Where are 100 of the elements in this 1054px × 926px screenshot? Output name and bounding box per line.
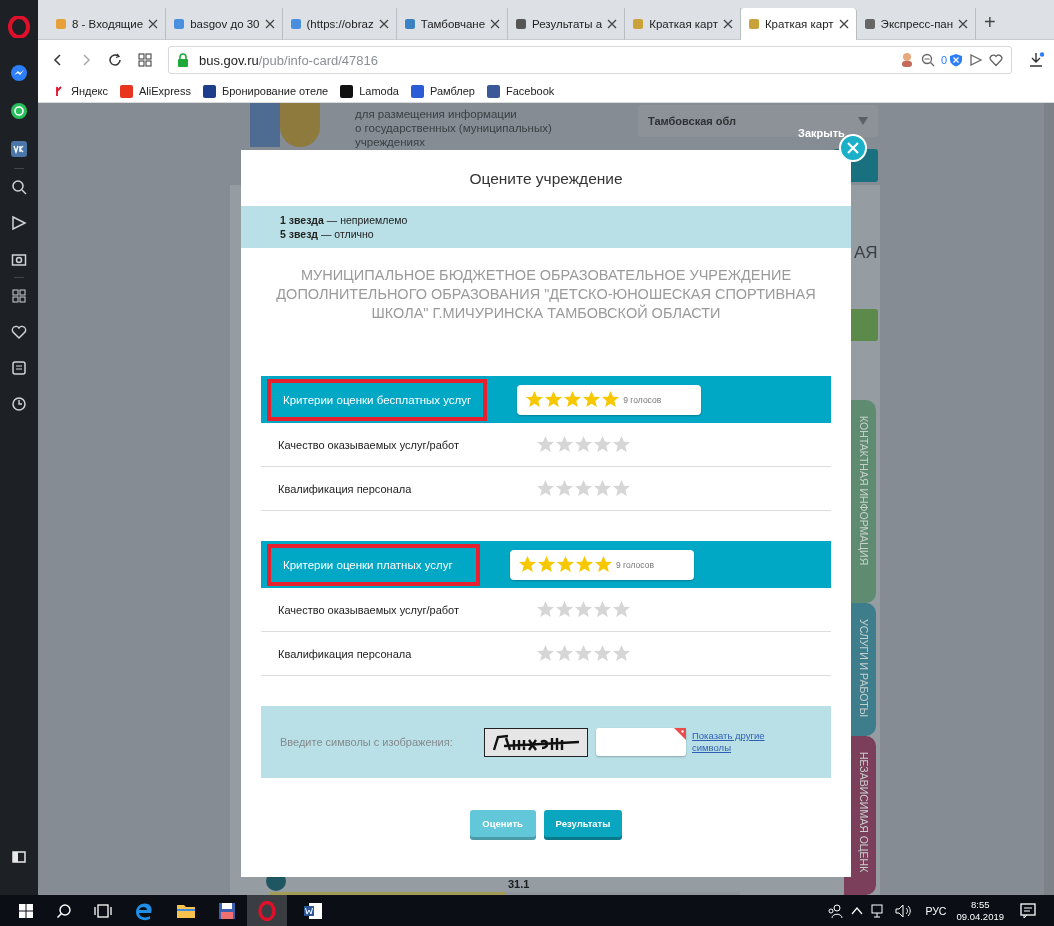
- favicon-icon: [120, 84, 133, 98]
- star-icon: [518, 555, 537, 574]
- close-icon[interactable]: [490, 18, 501, 29]
- legend-text: 1 звезда — неприемлемо: [280, 213, 409, 227]
- captcha-input[interactable]: [596, 728, 686, 756]
- lock-icon: [177, 53, 189, 67]
- people-icon[interactable]: [827, 902, 844, 919]
- favicon-icon: [403, 17, 416, 30]
- square-logo-icon[interactable]: [10, 140, 28, 158]
- back-icon[interactable]: [52, 53, 64, 67]
- favicon-icon: [55, 17, 67, 30]
- download-icon[interactable]: [1028, 52, 1044, 68]
- tab-title: Краткая карт: [764, 17, 834, 30]
- star-icon: [582, 390, 602, 409]
- clock-time: 8:55: [970, 898, 990, 911]
- favicon-icon: [340, 84, 354, 98]
- favicon-icon: [202, 84, 216, 98]
- star-icon: [575, 555, 594, 574]
- close-icon[interactable]: [148, 18, 159, 29]
- bookmark-link[interactable]: Рамблер: [410, 84, 475, 98]
- star-icon: [544, 390, 564, 409]
- star-icon: [594, 555, 613, 574]
- zoom-icon[interactable]: [920, 53, 935, 67]
- site-subtitle: для размещения информации о государственных (муниципальных) учреждениях: [355, 107, 552, 149]
- votes-count: 9 голосов: [623, 394, 662, 405]
- star-icon: [601, 390, 621, 409]
- star-icon: [563, 390, 583, 409]
- close-icon[interactable]: [378, 18, 389, 29]
- document-icon[interactable]: [303, 901, 323, 920]
- clock-icon[interactable]: [11, 396, 27, 412]
- news-icon[interactable]: [11, 360, 27, 376]
- votes-count: 9 голосов: [616, 559, 654, 570]
- close-icon[interactable]: [607, 18, 618, 29]
- favicon-icon: [410, 84, 424, 98]
- phone-bubble-icon[interactable]: [10, 102, 28, 120]
- criterion-label: Квалификация персонала: [278, 647, 413, 660]
- search-icon[interactable]: [56, 902, 72, 919]
- close-icon[interactable]: [264, 18, 275, 29]
- grid-icon[interactable]: [11, 288, 27, 304]
- close-icon[interactable]: [722, 18, 733, 29]
- browser-tab[interactable]: (https://obraz: [282, 7, 397, 40]
- favicon-icon: [632, 17, 645, 30]
- close-icon: [846, 141, 860, 155]
- criterion-label: Качество оказываемых услуг/работ: [278, 438, 460, 451]
- speaker-icon[interactable]: [895, 903, 914, 918]
- close-icon[interactable]: [958, 18, 969, 29]
- favicon-icon: [863, 17, 876, 30]
- show-other-symbols-link[interactable]: Показать другие символы: [692, 730, 772, 754]
- browser-tab[interactable]: Результаты а: [508, 7, 626, 40]
- browser-tab[interactable]: Экспресс-пан: [856, 7, 977, 40]
- o-logo-icon[interactable]: [8, 16, 30, 38]
- browser-tab[interactable]: basgov до 30: [166, 7, 283, 40]
- figure-value: 31.1: [508, 878, 530, 891]
- captcha-label: Введите символы с изображения:: [280, 736, 454, 748]
- panel-icon[interactable]: [11, 849, 27, 865]
- chevron-up-icon[interactable]: [851, 905, 864, 916]
- criterion-label: Качество оказываемых услуг/работ: [278, 603, 460, 616]
- url-path: /pub/info-card/47816: [258, 52, 378, 68]
- tab-title: Краткая карт: [649, 17, 718, 30]
- new-tab-button[interactable]: +: [976, 11, 1004, 34]
- browser-tab[interactable]: Тамбовчане: [396, 7, 509, 40]
- scrollbar[interactable]: [1044, 103, 1054, 895]
- favicon-icon: [515, 17, 528, 30]
- tab-title: Экспресс-пан: [880, 17, 954, 30]
- favicon-icon: [486, 84, 500, 98]
- star-icon: [556, 555, 575, 574]
- section-title: Критерии оценки бесплатных услуг: [267, 378, 488, 421]
- notification-icon[interactable]: [1020, 902, 1036, 919]
- grid-icon[interactable]: [138, 53, 152, 67]
- reload-icon[interactable]: [108, 53, 122, 67]
- caret-icon: [858, 117, 868, 125]
- legend-text: 5 звезд — отлично: [280, 227, 375, 241]
- url-host: bus.gov.ru: [199, 52, 259, 68]
- heart-icon[interactable]: [989, 53, 1003, 67]
- close-label: Закрыть: [798, 127, 845, 139]
- chat-bubble-icon[interactable]: [10, 64, 28, 82]
- browser-tab[interactable]: 8 - Входящие: [48, 7, 167, 40]
- camera-icon[interactable]: [11, 251, 27, 267]
- browser-tab[interactable]: Краткая карт: [740, 7, 857, 40]
- tab-title: (https://obraz: [306, 17, 374, 30]
- clock-date: 09.04.2019: [956, 910, 1004, 923]
- windows-logo-icon[interactable]: [18, 902, 34, 919]
- close-icon[interactable]: [838, 18, 849, 29]
- bookmark-link[interactable]: Яндекс: [52, 84, 108, 98]
- tab-title: Тамбовчане: [420, 17, 486, 30]
- language-indicator[interactable]: РУС: [925, 904, 947, 917]
- browser-tab[interactable]: Краткая карт: [625, 7, 741, 40]
- send-icon[interactable]: [969, 53, 983, 67]
- search-icon[interactable]: [11, 179, 27, 195]
- bookmark-link[interactable]: Lamoda: [340, 84, 399, 98]
- bookmark-link[interactable]: AliExpress: [120, 84, 191, 98]
- bookmark-link[interactable]: Facebook: [486, 84, 555, 98]
- task-view-icon[interactable]: [94, 902, 112, 919]
- address-field[interactable]: bus.gov.ru/pub/info-card/47816 0: [168, 46, 1012, 74]
- tab-title: Результаты а: [532, 17, 603, 30]
- star-icon: [525, 390, 545, 409]
- bookmark-link[interactable]: Бронирование отеле: [202, 84, 329, 98]
- shield-icon[interactable]: [949, 53, 963, 67]
- star-icon: [537, 555, 556, 574]
- e-logo-icon[interactable]: [134, 900, 154, 921]
